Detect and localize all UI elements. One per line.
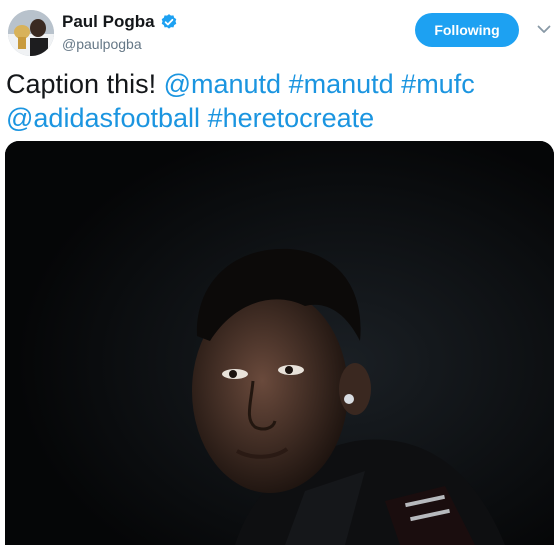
hashtag-heretocreate[interactable]: #heretocreate	[208, 103, 375, 133]
name-row: Paul Pogba	[62, 11, 178, 33]
mention-adidasfootball[interactable]: @adidasfootball	[6, 103, 200, 133]
verified-badge-icon	[160, 13, 178, 31]
hashtag-mufc[interactable]: #mufc	[401, 69, 475, 99]
tweet-header: Paul Pogba @paulpogba Following	[0, 0, 560, 64]
mention-manutd[interactable]: @manutd	[164, 69, 281, 99]
hashtag-manutd[interactable]: #manutd	[289, 69, 394, 99]
tweet-text: Caption this! @manutd #manutd #mufc @adid…	[6, 67, 551, 135]
display-name[interactable]: Paul Pogba	[62, 12, 155, 32]
chevron-down-icon[interactable]	[535, 20, 553, 38]
tweet-photo[interactable]	[5, 141, 554, 545]
user-handle[interactable]: @paulpogba	[62, 36, 142, 52]
avatar[interactable]	[8, 10, 54, 56]
photo-portrait	[5, 141, 554, 545]
tweet-text-prefix: Caption this!	[6, 69, 164, 99]
following-button[interactable]: Following	[415, 13, 519, 47]
